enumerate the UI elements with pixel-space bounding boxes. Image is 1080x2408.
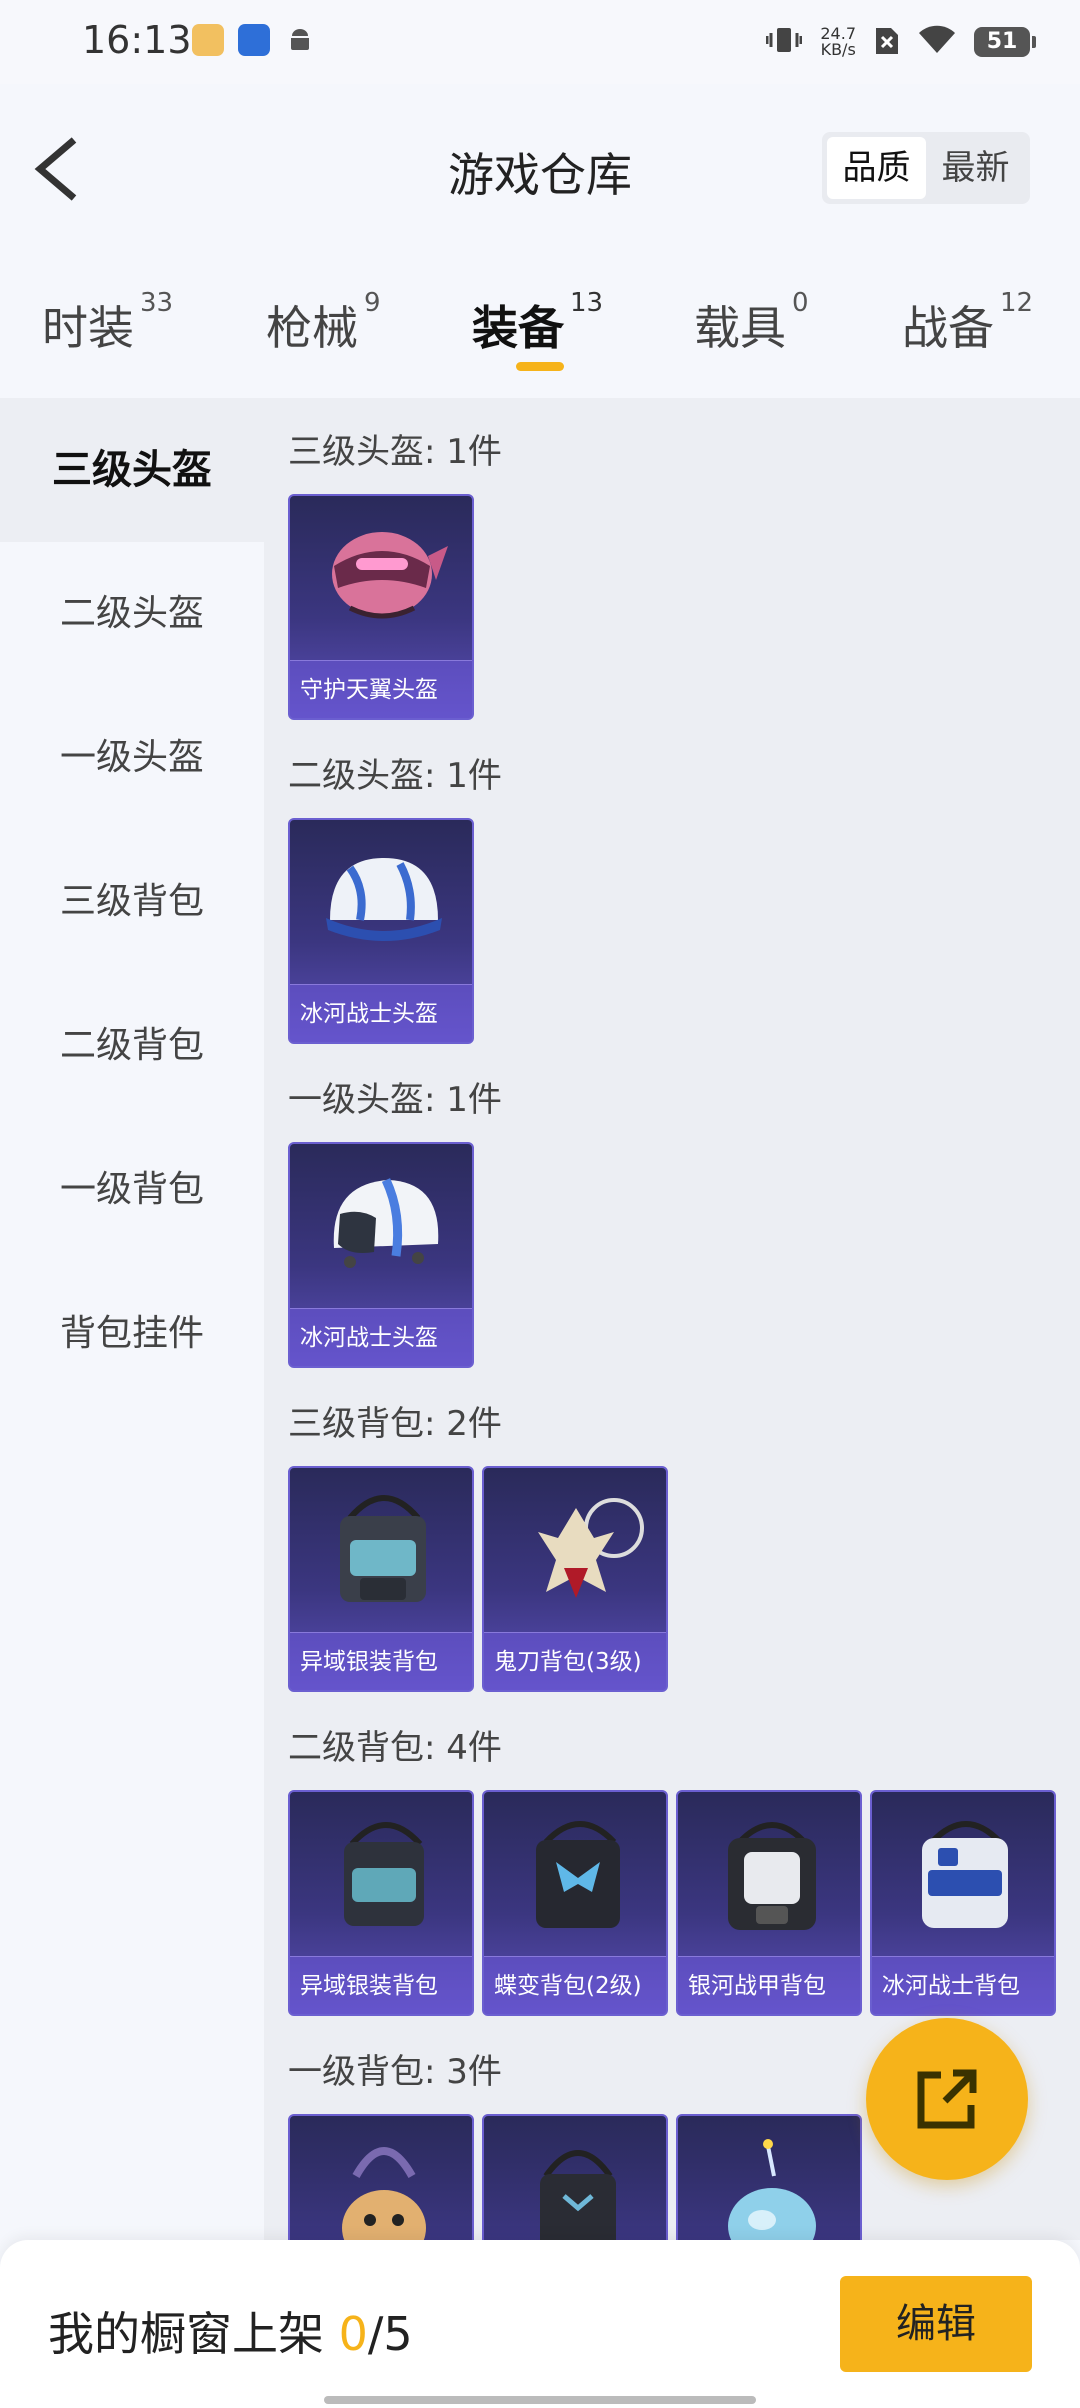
status-right-cluster: 24.7 KB/s 51 [765, 20, 1036, 64]
tab-label: 时装 [42, 301, 134, 355]
status-bar: 16:13 24.7 KB/s 51 [0, 0, 1080, 84]
shelf-total: /5 [367, 2307, 413, 2361]
tab-count: 33 [140, 288, 174, 318]
item-card[interactable]: 冰河战士头盔 [288, 818, 474, 1044]
sort-toggle: 品质 最新 [822, 132, 1030, 204]
backpack-icon [728, 1822, 816, 1930]
white-helmet-icon [333, 1178, 439, 1268]
tab-label: 载具 [694, 301, 786, 355]
vibrate-icon [765, 24, 803, 60]
section-title: 三级背包: 2件 [288, 1404, 502, 1444]
item-name: 冰河战士背包 [872, 1956, 1054, 2014]
section-title: 一级头盔: 1件 [288, 1080, 502, 1120]
item-card[interactable]: 冰河战士背包 [870, 1790, 1056, 2016]
backpack-icon [540, 2150, 616, 2240]
backpack-icon [344, 1822, 424, 1926]
net-speed-unit: KB/s [820, 40, 856, 59]
app-notification-icon [238, 24, 270, 56]
tab-supplies[interactable]: 战备 12 [902, 288, 1033, 358]
share-external-icon [917, 2069, 977, 2129]
tab-count: 0 [792, 288, 809, 318]
backpack-icon [340, 1495, 426, 1602]
item-card[interactable]: 异域银装背包 [288, 1790, 474, 2016]
subcategory-sidebar: 三级头盔 二级头盔 一级头盔 三级背包 二级背包 一级背包 背包挂件 [0, 398, 264, 2240]
share-fab-button[interactable] [866, 2018, 1028, 2180]
item-name: 蝶变背包(2级) [484, 1956, 666, 2014]
app-notification-icon [192, 24, 224, 56]
battery-indicator: 51 [974, 27, 1036, 57]
item-name: 守护天翼头盔 [290, 660, 472, 718]
shelf-label: 我的橱窗上架 [48, 2307, 339, 2361]
item-card[interactable]: 银河战甲背包 [676, 1790, 862, 2016]
backpack-icon [538, 1498, 644, 1598]
sidebar-item-level1-backpack[interactable]: 一级背包 [0, 1118, 264, 1262]
backpack-icon [342, 2147, 426, 2240]
section-title: 二级头盔: 1件 [288, 756, 502, 796]
tab-vehicles[interactable]: 载具 0 [694, 288, 809, 358]
tab-count: 9 [364, 288, 381, 318]
showcase-shelf-status: 我的橱窗上架 0/5 [48, 2298, 413, 2364]
tab-count: 13 [570, 288, 604, 318]
android-icon [284, 24, 316, 56]
edit-button[interactable]: 编辑 [840, 2276, 1032, 2372]
item-card[interactable] [288, 2114, 474, 2240]
bottom-bar: 我的橱窗上架 0/5 编辑 [0, 2240, 1080, 2408]
item-card[interactable]: 鬼刀背包(3级) [482, 1466, 668, 1692]
tab-count: 12 [1000, 288, 1034, 318]
sidebar-item-level3-backpack[interactable]: 三级背包 [0, 830, 264, 974]
sidebar-item-level2-helmet[interactable]: 二级头盔 [0, 542, 264, 686]
active-tab-indicator [516, 362, 564, 371]
section-title: 三级头盔: 1件 [288, 432, 502, 472]
item-card[interactable]: 冰河战士头盔 [288, 1142, 474, 1368]
tab-label: 枪械 [266, 301, 358, 355]
home-indicator[interactable] [324, 2396, 756, 2404]
tab-guns[interactable]: 枪械 9 [266, 288, 381, 358]
backpack-icon [728, 2139, 816, 2240]
tab-label: 战备 [902, 301, 994, 355]
item-grid: 三级头盔: 1件 守护天翼头盔 二级头盔: 1件 冰河战士头盔 一级头盔: 1件 [264, 398, 1080, 2240]
item-name: 异域银装背包 [290, 1956, 472, 2014]
status-time: 16:13 [82, 18, 192, 62]
sidebar-item-backpack-pendant[interactable]: 背包挂件 [0, 1262, 264, 1406]
item-card[interactable]: 守护天翼头盔 [288, 494, 474, 720]
net-speed: 24.7 KB/s [820, 26, 856, 58]
sidebar-item-level1-helmet[interactable]: 一级头盔 [0, 686, 264, 830]
item-name: 冰河战士头盔 [290, 1308, 472, 1366]
sort-quality-button[interactable]: 品质 [827, 137, 926, 199]
category-tabs: 时装 33 枪械 9 装备 13 载具 0 战备 12 [0, 254, 1080, 394]
wifi-icon [918, 25, 956, 59]
item-card[interactable] [482, 2114, 668, 2240]
sort-newest-button[interactable]: 最新 [926, 137, 1025, 199]
section-title: 二级背包: 4件 [288, 1728, 502, 1768]
shelf-count: 0 [338, 2307, 368, 2361]
pink-helmet-icon [332, 532, 448, 619]
no-sim-icon [874, 24, 900, 60]
item-name: 银河战甲背包 [678, 1956, 860, 2014]
sidebar-item-level2-backpack[interactable]: 二级背包 [0, 974, 264, 1118]
item-card[interactable] [676, 2114, 862, 2240]
item-card[interactable]: 蝶变背包(2级) [482, 1790, 668, 2016]
backpack-icon [922, 1821, 1008, 1928]
backpack-icon [536, 1821, 620, 1928]
tab-fashion[interactable]: 时装 33 [42, 288, 173, 358]
sidebar-item-level3-helmet[interactable]: 三级头盔 [0, 398, 264, 542]
item-name: 异域银装背包 [290, 1632, 472, 1690]
item-name: 鬼刀背包(3级) [484, 1632, 666, 1690]
item-card[interactable]: 异域银装背包 [288, 1466, 474, 1692]
tab-equipment[interactable]: 装备 13 [472, 288, 603, 358]
white-helmet-icon [326, 858, 442, 941]
app-header: 游戏仓库 品质 最新 [0, 84, 1080, 254]
section-title: 一级背包: 3件 [288, 2052, 502, 2092]
tab-label: 装备 [472, 301, 564, 355]
item-name: 冰河战士头盔 [290, 984, 472, 1042]
